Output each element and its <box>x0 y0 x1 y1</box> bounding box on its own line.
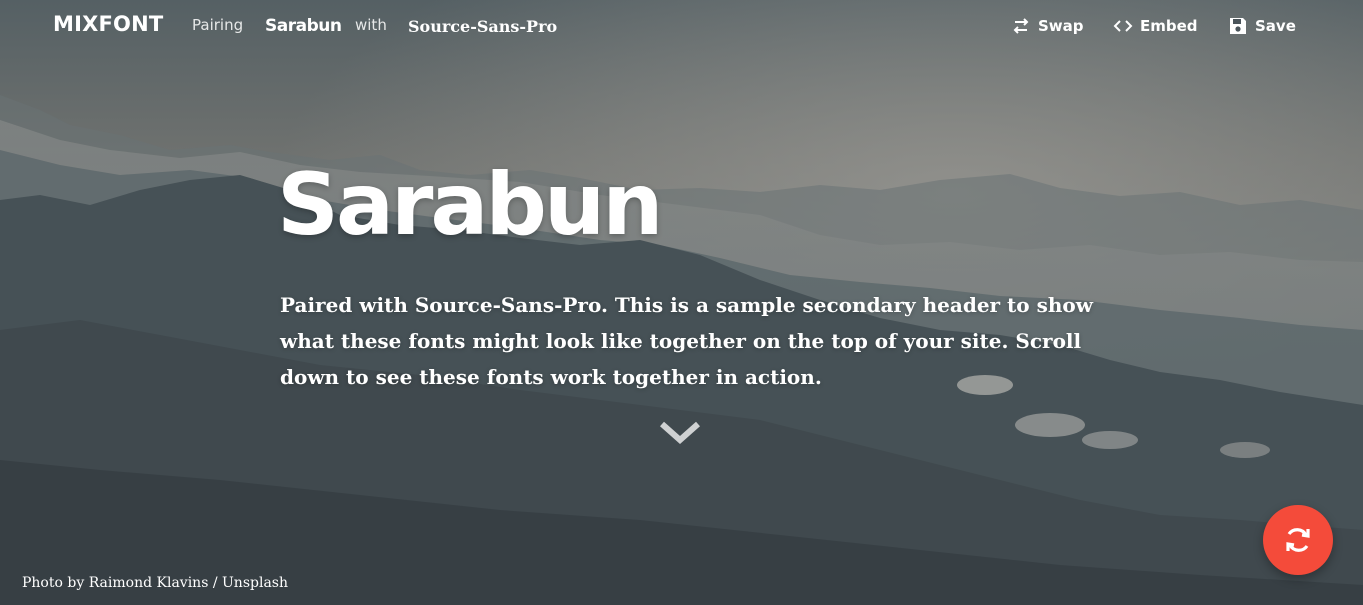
floppy-disk-icon <box>1230 18 1246 34</box>
save-button[interactable]: Save <box>1228 15 1296 37</box>
header-font-name[interactable]: Sarabun <box>265 16 342 36</box>
hero-section: MIXFONT Pairing Sarabun with Source-Sans… <box>0 0 1363 605</box>
save-label: Save <box>1255 17 1296 35</box>
with-label: with <box>355 16 387 34</box>
top-nav: MIXFONT Pairing Sarabun with Source-Sans… <box>0 0 1363 54</box>
body-font-name[interactable]: Source-Sans-Pro <box>408 17 557 36</box>
swap-button[interactable]: Swap <box>1011 15 1084 37</box>
embed-label: Embed <box>1140 17 1198 35</box>
photo-credit[interactable]: Photo by Raimond Klavins / Unsplash <box>22 575 288 591</box>
hero-title: Sarabun <box>277 155 663 255</box>
hero-subtitle: Paired with Source-Sans-Pro. This is a s… <box>280 293 1093 389</box>
refresh-button[interactable] <box>1263 505 1333 575</box>
refresh-icon <box>1286 528 1310 552</box>
embed-button[interactable]: Embed <box>1113 15 1198 37</box>
code-icon <box>1113 20 1133 32</box>
pairing-label: Pairing <box>192 16 244 34</box>
swap-icon <box>1013 18 1029 34</box>
chevron-down-icon[interactable] <box>658 418 702 448</box>
brand-logo[interactable]: MIXFONT <box>53 12 163 36</box>
swap-label: Swap <box>1038 17 1084 35</box>
